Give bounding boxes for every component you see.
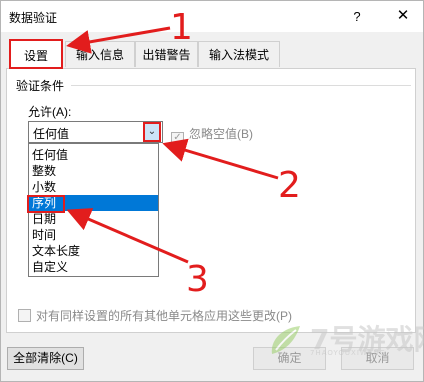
tab-settings[interactable]: 设置 (9, 39, 63, 69)
help-button[interactable]: ? (347, 7, 367, 27)
step-number-3: 3 (186, 259, 209, 300)
tab-input-message[interactable]: 输入信息 (65, 41, 135, 67)
watermark-logo-icon (271, 326, 300, 354)
option-any-value[interactable]: 任何值 (29, 147, 158, 163)
ignore-blank-checkbox[interactable]: ✓ 忽略空值(B) (171, 125, 253, 145)
ignore-blank-label: 忽略空值(B) (189, 127, 253, 141)
allow-dropdown-button[interactable]: ⌄ (143, 122, 161, 142)
option-text-length[interactable]: 文本长度 (29, 243, 158, 259)
apply-all-checkbox[interactable]: 对有同样设置的所有其他单元格应用这些更改(P) (18, 307, 292, 324)
watermark: 7号游戏网 7HAOYOUXIWANG (266, 318, 424, 362)
option-custom[interactable]: 自定义 (29, 259, 158, 275)
validation-criteria-title: 验证条件 (16, 79, 65, 93)
tab-strip: 设置 输入信息 出错警告 输入法模式 (1, 39, 423, 69)
option-whole-number[interactable]: 整数 (29, 163, 158, 179)
tab-ime-mode[interactable]: 输入法模式 (198, 41, 280, 67)
dialog-title: 数据验证 (9, 11, 58, 25)
allow-label: 允许(A): (28, 105, 72, 119)
allow-combobox-value: 任何值 (33, 127, 70, 141)
step-number-2: 2 (278, 165, 301, 206)
checkbox-checked-icon: ✓ (171, 132, 184, 145)
checkbox-unchecked-icon (18, 309, 31, 322)
section-divider (71, 85, 411, 86)
chevron-down-icon: ⌄ (147, 126, 157, 137)
option-decimal[interactable]: 小数 (29, 179, 158, 195)
title-bar: 数据验证 ? ✕ (1, 1, 423, 32)
watermark-subtext: 7HAOYOUXIWANG (310, 349, 386, 357)
close-button[interactable]: ✕ (393, 6, 413, 26)
step-number-1: 1 (170, 7, 193, 48)
clear-all-button[interactable]: 全部清除(C) (7, 347, 84, 370)
apply-all-label: 对有同样设置的所有其他单元格应用这些更改(P) (36, 309, 292, 323)
option-date[interactable]: 日期 (29, 211, 158, 227)
option-time[interactable]: 时间 (29, 227, 158, 243)
highlight-box-list-option (27, 195, 65, 213)
